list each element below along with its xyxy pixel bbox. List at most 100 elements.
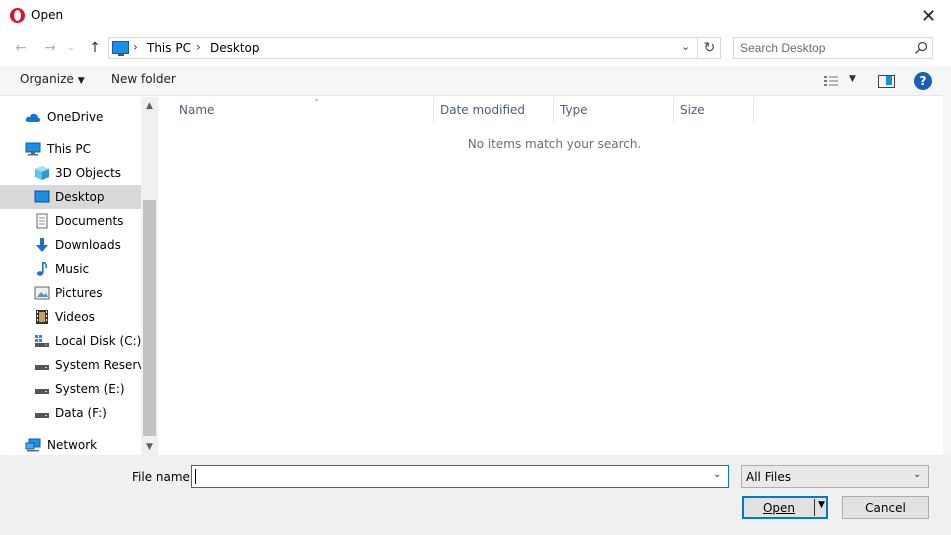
drive-icon	[35, 413, 49, 418]
organize-button[interactable]: Organize ▼	[12, 72, 93, 90]
nav-item-music[interactable]: Music	[0, 257, 141, 281]
address-bar[interactable]: › This PC › Desktop ⌄	[108, 37, 698, 59]
file-name-label: File name:	[132, 470, 194, 484]
windows-drive-icon	[35, 335, 49, 347]
open-button-label: Open	[762, 501, 796, 515]
nav-item-label: Pictures	[55, 286, 103, 300]
nav-scrollbar[interactable]: ▲ ▼	[141, 97, 158, 455]
desktop-icon	[34, 190, 50, 203]
caret-down-icon[interactable]: ▼	[818, 500, 825, 510]
open-button[interactable]: Open ▼	[742, 496, 828, 519]
chevron-down-icon[interactable]: ⌄	[681, 40, 690, 53]
details-view-icon	[824, 76, 838, 86]
computer-icon	[112, 41, 129, 56]
preview-pane-button[interactable]	[876, 73, 896, 89]
column-label: Size	[680, 102, 705, 117]
chevron-down-icon[interactable]: ⌄	[713, 469, 721, 480]
chevron-down-icon: ▼	[146, 441, 153, 452]
file-list[interactable]: Name ⌄ Date modified Type Size No items m…	[158, 94, 951, 455]
nav-item-label: System (E:)	[55, 382, 125, 396]
nav-item-label: System Reserved	[55, 358, 141, 372]
column-header-name[interactable]: Name ⌄	[173, 94, 434, 122]
breadcrumb-this-pc[interactable]: This PC	[147, 41, 191, 55]
nav-item-this-pc[interactable]: This PC	[0, 137, 141, 161]
command-toolbar: Organize ▼ New folder ▼ ?	[0, 66, 951, 96]
nav-item-label: Music	[55, 262, 90, 276]
cancel-button[interactable]: Cancel	[842, 496, 929, 519]
computer-icon	[25, 142, 41, 156]
cloud-icon	[25, 113, 41, 122]
nav-item-system-reserved[interactable]: System Reserved	[0, 353, 141, 377]
nav-item-label: Network	[47, 438, 98, 452]
nav-item-desktop[interactable]: Desktop	[0, 185, 141, 209]
nav-item-label: Downloads	[55, 238, 121, 252]
document-icon	[36, 213, 48, 229]
file-name-input[interactable]	[192, 466, 707, 487]
navigation-pane: OneDrive This PC 3D Objects Desktop Docu…	[0, 97, 158, 455]
column-header-size[interactable]: Size	[674, 97, 754, 122]
change-view-button[interactable]: ▼	[820, 73, 860, 89]
scrollbar-thumb[interactable]	[143, 200, 156, 436]
column-header-type[interactable]: Type	[554, 97, 674, 122]
nav-item-label: Videos	[55, 310, 95, 324]
nav-item-label: Desktop	[55, 190, 105, 204]
breadcrumb-separator: ›	[133, 40, 138, 54]
file-type-select[interactable]: All Files ⌄	[741, 465, 929, 488]
nav-item-label: Data (F:)	[55, 406, 107, 420]
nav-item-downloads[interactable]: Downloads	[0, 233, 141, 257]
empty-message: No items match your search.	[467, 137, 642, 151]
download-arrow-icon	[36, 238, 48, 252]
column-label: Date modified	[440, 102, 526, 117]
sort-caret-icon: ⌄	[313, 94, 320, 103]
window-edge	[943, 66, 951, 455]
text-cursor	[195, 469, 196, 484]
film-icon	[36, 310, 48, 324]
help-button[interactable]: ?	[914, 72, 932, 90]
scroll-up-button[interactable]: ▲	[141, 97, 158, 114]
nav-item-onedrive[interactable]: OneDrive	[0, 105, 141, 129]
cube-icon	[35, 166, 49, 180]
arrow-right-icon: →	[44, 40, 56, 56]
nav-item-data-f[interactable]: Data (F:)	[0, 401, 141, 425]
column-label: Type	[560, 102, 588, 117]
nav-item-3d-objects[interactable]: 3D Objects	[0, 161, 141, 185]
file-name-area: File name: ⌄ All Files ⌄ Open ▼ Cancel	[0, 455, 951, 535]
nav-item-local-disk-c[interactable]: Local Disk (C:)	[0, 329, 141, 353]
recent-locations-button[interactable]: ⌄	[63, 38, 79, 58]
breadcrumb-separator: ›	[196, 40, 201, 54]
nav-item-label: 3D Objects	[55, 166, 122, 180]
nav-item-network[interactable]: Network	[0, 433, 141, 457]
breadcrumb-desktop[interactable]: Desktop	[210, 41, 260, 55]
back-button[interactable]: ←	[10, 38, 32, 58]
music-note-icon	[37, 261, 47, 276]
chevron-down-icon: ⌄	[67, 43, 75, 53]
nav-item-label: Documents	[55, 214, 124, 228]
chevron-up-icon: ▲	[146, 100, 153, 111]
forward-button[interactable]: →	[39, 38, 61, 58]
window-title: Open	[31, 8, 64, 22]
close-button[interactable]: ✕	[906, 0, 951, 32]
nav-item-documents[interactable]: Documents	[0, 209, 141, 233]
nav-item-pictures[interactable]: Pictures	[0, 281, 141, 305]
split-divider	[814, 499, 815, 516]
refresh-button[interactable]: ↻	[699, 37, 721, 59]
file-type-value: All Files	[746, 470, 792, 484]
picture-icon	[34, 286, 50, 300]
arrow-left-icon: ←	[15, 40, 27, 56]
arrow-up-icon: ↑	[89, 40, 101, 56]
nav-item-videos[interactable]: Videos	[0, 305, 141, 329]
opera-logo-icon	[10, 8, 25, 23]
caret-down-icon: ▼	[77, 76, 85, 86]
nav-item-system-e[interactable]: System (E:)	[0, 377, 141, 401]
nav-item-label: OneDrive	[47, 110, 104, 124]
column-label: Name	[179, 102, 215, 117]
organize-label: Organize	[20, 72, 74, 86]
new-folder-button[interactable]: New folder	[104, 72, 183, 90]
caret-down-icon: ▼	[849, 74, 856, 84]
search-box[interactable]	[733, 37, 933, 59]
up-button[interactable]: ↑	[84, 38, 106, 58]
file-name-combobox[interactable]: ⌄	[191, 465, 729, 488]
search-input[interactable]	[734, 38, 909, 58]
column-header-date-modified[interactable]: Date modified	[434, 97, 554, 122]
scroll-down-button[interactable]: ▼	[141, 438, 158, 455]
